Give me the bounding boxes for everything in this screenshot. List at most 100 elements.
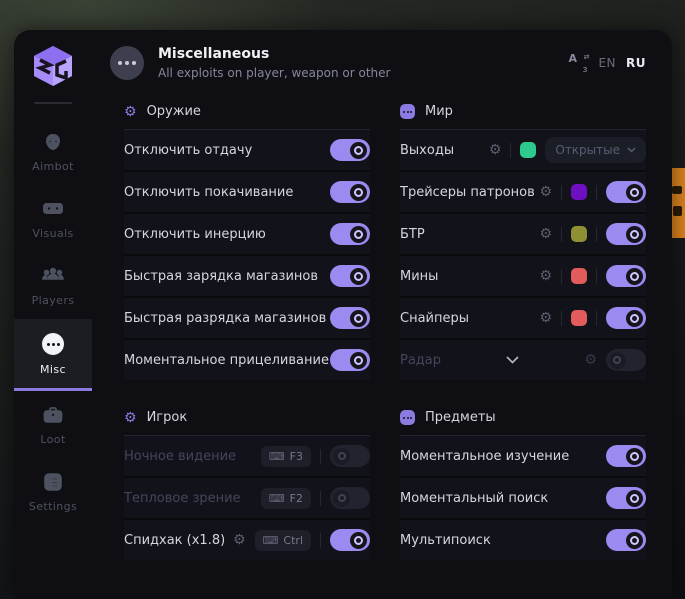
color-swatch[interactable] bbox=[520, 142, 536, 158]
hotkey-badge[interactable]: ⌨ Ctrl bbox=[255, 530, 311, 551]
ellipsis-circle-icon bbox=[42, 333, 64, 355]
sidebar-item-aimbot[interactable]: Aimbot bbox=[14, 118, 92, 185]
cheat-menu-window: Aimbot Visuals Players Misc Loot bbox=[14, 30, 672, 599]
lang-en-button[interactable]: EN bbox=[598, 56, 616, 70]
toggle-switch[interactable] bbox=[330, 139, 370, 161]
toggle-switch[interactable] bbox=[606, 265, 646, 287]
feature-label: Отключить покачивание bbox=[124, 185, 293, 200]
feature-label: Спидхак (x1.8) bbox=[124, 533, 225, 548]
keyboard-icon: ⌨ bbox=[269, 493, 285, 504]
feature-label: Выходы bbox=[400, 143, 454, 158]
feature-row-fast-unload: Быстрая разрядка магазинов bbox=[124, 298, 370, 340]
gear-icon[interactable]: ⚙ bbox=[233, 533, 246, 547]
feature-label: Тепловое зрение bbox=[124, 491, 241, 506]
gear-icon[interactable]: ⚙ bbox=[584, 353, 597, 367]
feature-row-instant-examine: Моментальное изучение bbox=[400, 436, 646, 478]
alien-icon bbox=[42, 132, 64, 152]
hotkey-badge[interactable]: ⌨ F3 bbox=[261, 446, 311, 467]
page-title: Miscellaneous bbox=[158, 46, 390, 64]
sidebar-item-settings[interactable]: Settings bbox=[14, 458, 92, 525]
feature-row-mines: Мины ⚙ bbox=[400, 256, 646, 298]
feature-label: Быстрая зарядка магазинов bbox=[124, 269, 318, 284]
sidebar-divider bbox=[34, 102, 72, 104]
lang-ru-button[interactable]: RU bbox=[626, 56, 646, 70]
briefcase-icon bbox=[42, 405, 64, 425]
sidebar: Aimbot Visuals Players Misc Loot bbox=[14, 30, 92, 599]
toggle-switch[interactable] bbox=[330, 349, 370, 371]
feature-label: Мины bbox=[400, 269, 438, 284]
feature-label: БТР bbox=[400, 227, 425, 242]
feature-label: Снайперы bbox=[400, 311, 469, 326]
keyboard-icon: ⌨ bbox=[263, 535, 279, 546]
exits-dropdown[interactable]: Открытые bbox=[545, 137, 646, 163]
color-swatch[interactable] bbox=[571, 310, 587, 326]
sidebar-item-label: Settings bbox=[29, 500, 77, 513]
toggle-switch[interactable] bbox=[330, 181, 370, 203]
feature-row-no-sway: Отключить покачивание bbox=[124, 172, 370, 214]
feature-label: Отключить инерцию bbox=[124, 227, 266, 242]
color-swatch[interactable] bbox=[571, 226, 587, 242]
feature-label: Моментальное изучение bbox=[400, 449, 569, 464]
expand-chevron-icon[interactable] bbox=[506, 356, 519, 364]
toggle-switch[interactable] bbox=[606, 445, 646, 467]
section-items: Предметы Моментальное изучение Моменталь… bbox=[400, 398, 646, 560]
right-column: Мир Выходы ⚙ Открытые bbox=[400, 92, 646, 578]
section-player: ⚙ Игрок Ночное видение ⌨ F3 bbox=[124, 398, 370, 560]
sidebar-item-label: Misc bbox=[40, 363, 66, 376]
feature-label: Трейсеры патронов bbox=[400, 185, 535, 200]
section-weapon: ⚙ Оружие Отключить отдачу Отключить пока… bbox=[124, 92, 370, 380]
page-header: Miscellaneous All exploits on player, we… bbox=[110, 46, 646, 80]
toggle-switch[interactable] bbox=[606, 529, 646, 551]
toggle-switch[interactable] bbox=[330, 487, 370, 509]
section-title: Мир bbox=[425, 104, 453, 119]
toggle-switch[interactable] bbox=[330, 223, 370, 245]
sidebar-item-players[interactable]: Players bbox=[14, 252, 92, 319]
sidebar-item-label: Loot bbox=[40, 433, 65, 446]
feature-label: Мультипоиск bbox=[400, 533, 491, 548]
people-icon bbox=[42, 266, 64, 286]
sidebar-item-loot[interactable]: Loot bbox=[14, 391, 92, 458]
sidebar-item-label: Aimbot bbox=[32, 160, 74, 173]
gear-icon[interactable]: ⚙ bbox=[539, 269, 552, 283]
sidebar-item-visuals[interactable]: Visuals bbox=[14, 185, 92, 252]
feature-row-instant-search: Моментальный поиск bbox=[400, 478, 646, 520]
feature-row-multisearch: Мультипоиск bbox=[400, 520, 646, 560]
sidebar-item-misc[interactable]: Misc bbox=[14, 319, 92, 391]
toggle-switch[interactable] bbox=[606, 223, 646, 245]
feature-label: Ночное видение bbox=[124, 449, 236, 464]
feature-row-no-recoil: Отключить отдачу bbox=[124, 130, 370, 172]
hotkey-badge[interactable]: ⌨ F2 bbox=[261, 488, 311, 509]
toggle-switch[interactable] bbox=[330, 445, 370, 467]
toggle-switch[interactable] bbox=[330, 529, 370, 551]
gear-icon[interactable]: ⚙ bbox=[539, 311, 552, 325]
feature-row-bullet-tracers: Трейсеры патронов ⚙ bbox=[400, 172, 646, 214]
toggle-switch[interactable] bbox=[330, 265, 370, 287]
feature-label: Моментальное прицеливание bbox=[124, 353, 329, 368]
translate-icon: A ⇄ з bbox=[568, 54, 588, 72]
color-swatch[interactable] bbox=[571, 184, 587, 200]
gear-icon[interactable]: ⚙ bbox=[539, 227, 552, 241]
gear-icon[interactable]: ⚙ bbox=[489, 143, 502, 157]
toggle-switch[interactable] bbox=[606, 181, 646, 203]
keyboard-icon: ⌨ bbox=[269, 451, 285, 462]
feature-row-btr: БТР ⚙ bbox=[400, 214, 646, 256]
gear-icon: ⚙ bbox=[124, 105, 137, 119]
feature-row-snipers: Снайперы ⚙ bbox=[400, 298, 646, 340]
gear-icon: ⚙ bbox=[124, 411, 137, 425]
left-column: ⚙ Оружие Отключить отдачу Отключить пока… bbox=[124, 92, 370, 578]
color-swatch[interactable] bbox=[571, 268, 587, 284]
toggle-switch[interactable] bbox=[606, 349, 646, 371]
gear-icon[interactable]: ⚙ bbox=[539, 185, 552, 199]
vr-goggles-icon bbox=[42, 199, 64, 219]
feature-row-exits: Выходы ⚙ Открытые bbox=[400, 130, 646, 172]
feature-row-fast-reload: Быстрая зарядка магазинов bbox=[124, 256, 370, 298]
feature-label: Быстрая разрядка магазинов bbox=[124, 311, 326, 326]
toggle-switch[interactable] bbox=[330, 307, 370, 329]
toggle-switch[interactable] bbox=[606, 487, 646, 509]
toggle-switch[interactable] bbox=[606, 307, 646, 329]
misc-page-icon bbox=[110, 46, 144, 80]
background-game-artifact bbox=[671, 168, 685, 238]
world-section-icon bbox=[400, 104, 415, 119]
items-section-icon bbox=[400, 410, 415, 425]
sidebar-item-label: Visuals bbox=[32, 227, 73, 240]
